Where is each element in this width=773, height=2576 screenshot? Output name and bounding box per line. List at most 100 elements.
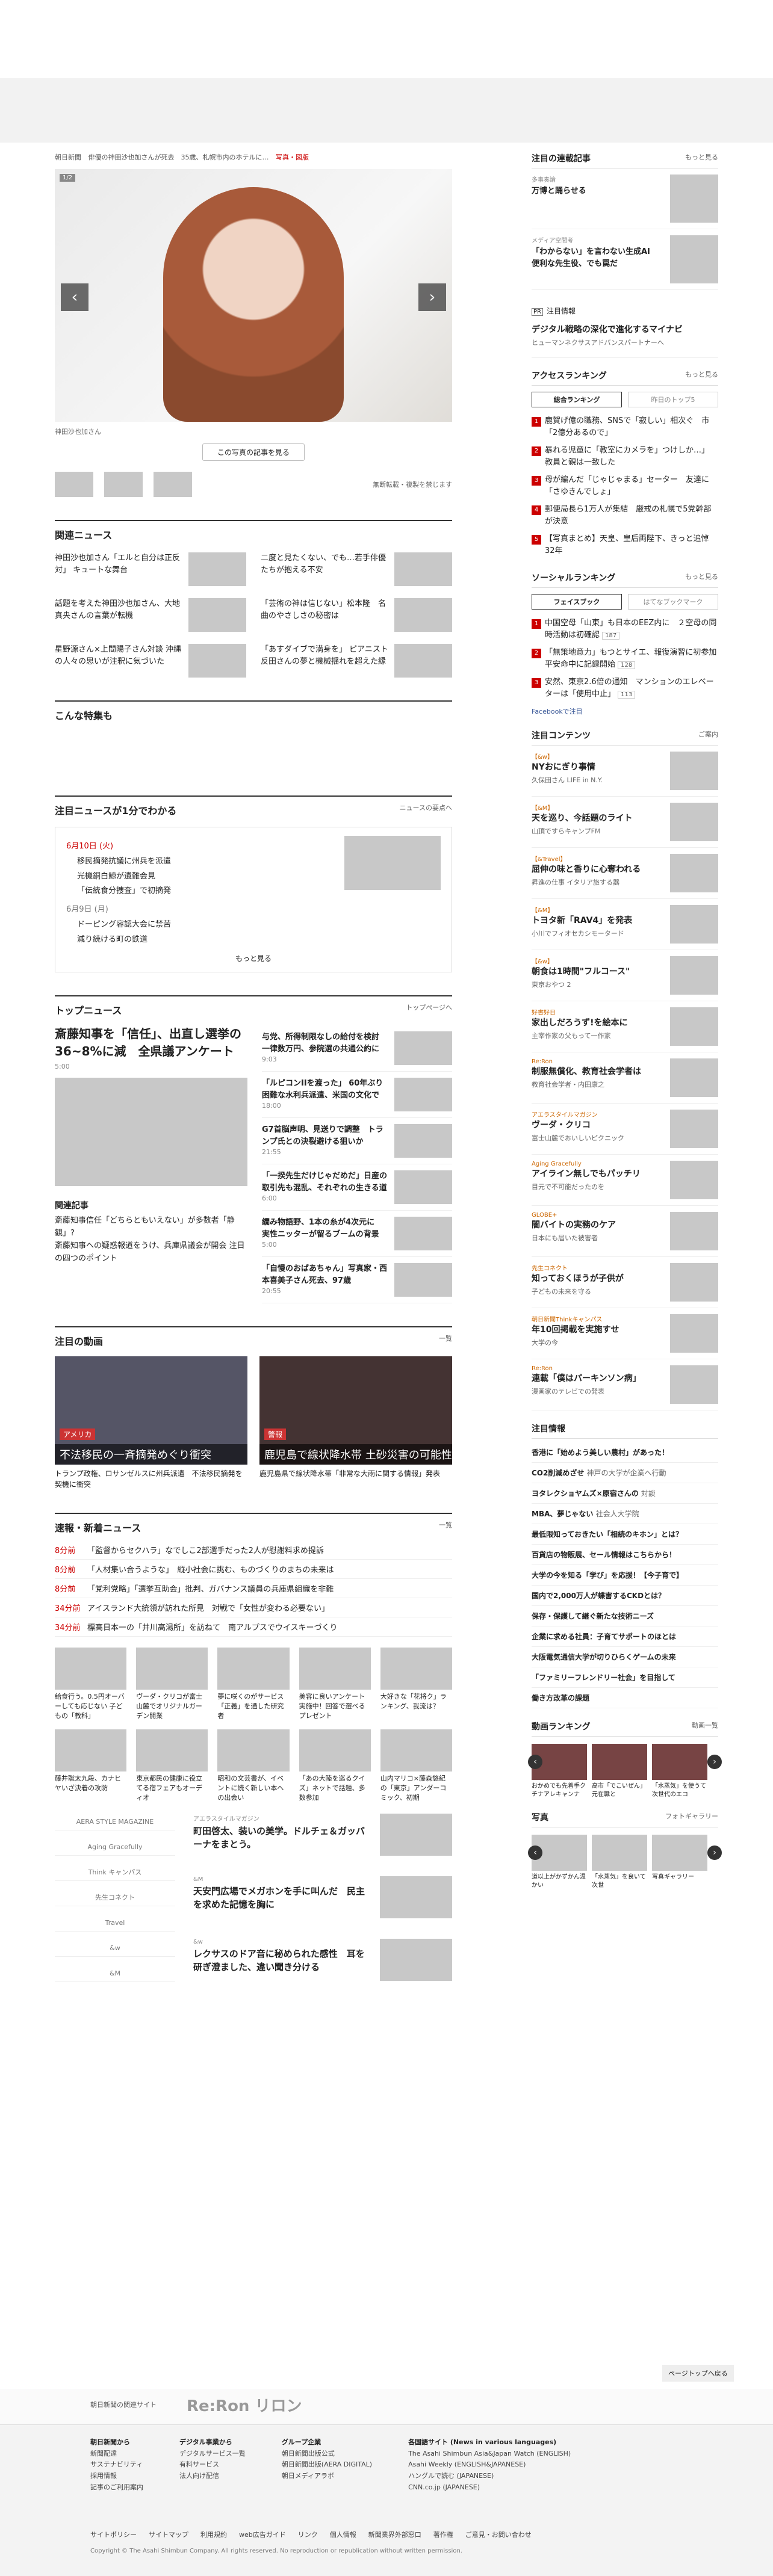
more-link[interactable]: ニュースの要点へ	[400, 803, 452, 817]
thumbnail[interactable]	[154, 472, 192, 497]
tab-overall[interactable]: 総合ランキング	[532, 392, 622, 407]
list-item[interactable]: 斎藤知事への疑惑報道をうけ、兵庫県議会が開会 注目の四つのポイント	[55, 1240, 247, 1265]
page-top-button[interactable]: ページトップへ戻る	[662, 2365, 734, 2382]
list-item[interactable]: 8分前 「人材集い合うような」 縦小社会に挑む、ものづくりのまちの未来は	[55, 1560, 452, 1580]
magazine-item[interactable]: &M 天安門広場でメガホンを手に叫んだ 民主を求めた記憶を胸に	[193, 1876, 452, 1919]
ranking-item[interactable]: 3 安然、東京2.6倍の通知 マンションのエレベーターは「使用中止」 113	[532, 673, 718, 703]
content-item[interactable]: 【&M】 天を巡り、今話題のライト 山頂ですらキャンプFM	[532, 797, 718, 848]
magazine-logo[interactable]: 先生コネクト	[55, 1889, 175, 1907]
facebook-link[interactable]: Facebookで注目	[532, 706, 718, 716]
pr-item[interactable]: CO2削減めざせ 神戸の大学が企業へ行動	[532, 1463, 718, 1483]
content-item[interactable]: 【&w】 NYおにぎり事情 久保田さん LIFE in N.Y.	[532, 746, 718, 797]
prev-arrow-icon[interactable]: ‹	[528, 1755, 542, 1769]
grid-card[interactable]: 藤井聡太九段、カナヒヤいざ決着の攻防	[55, 1729, 127, 1803]
ranking-item[interactable]: 1 中国空母「山東」も日本のEEZ内に ２空母の同時活動は初確認 187	[532, 614, 718, 644]
ranking-item[interactable]: 2 「無策地意力」もつとサイエ、報復演習に初参加 平安命中に記録開始 128	[532, 644, 724, 673]
photo-card[interactable]: 写真ギャラリー	[652, 1835, 707, 1890]
more-link[interactable]: フォトギャラリー	[665, 1811, 718, 1823]
grid-card[interactable]: ヴーダ・クリコが富士山麓でオリジナルガーデン開業	[136, 1648, 208, 1721]
grid-card[interactable]: 東京都民の健康に役立てる宿フェアもオーディオ	[136, 1729, 208, 1803]
view-article-button[interactable]: この写真の記事を見る	[202, 443, 305, 461]
magazine-logo[interactable]: Think キャンパス	[55, 1864, 175, 1882]
next-arrow-icon[interactable]: ›	[707, 1846, 722, 1860]
related-item[interactable]: 「芸術の神は信じない」松本隆 名曲のやさしさの秘密は	[261, 598, 452, 632]
content-item[interactable]: アエラスタイルマガジン ヴーダ・クリコ 富士山麓でおいしいピクニック	[532, 1104, 718, 1155]
breadcrumb-article[interactable]: 俳優の神田沙也加さんが死去 35歳、札幌市内のホテルに…	[88, 153, 269, 161]
pr-item[interactable]: 企業に求める社員：子育てサポートのほとは	[532, 1626, 718, 1647]
video-card[interactable]: 「水蒸気」を使うて次世代のエコ	[652, 1744, 707, 1799]
content-item[interactable]: 先生コネクト 知っておくほうが子供が 子どもの未来を守る	[532, 1257, 718, 1308]
grid-card[interactable]: 山内マリコ×藤森悠紀の「東京」アンダーコミック、初期	[380, 1729, 452, 1803]
grid-card[interactable]: 大好きな「花将ク」ランキング、我流は？	[380, 1648, 452, 1721]
tab-yesterday[interactable]: 昨日のトップ5	[628, 392, 718, 407]
list-item[interactable]: 斎藤知事信任「どちらともいえない」が多数者「静観」?	[55, 1215, 247, 1240]
ranking-item[interactable]: 4 郵便局長ら1万人が集結 厳戒の札幌で5党幹部が決意	[532, 501, 718, 530]
next-arrow-icon[interactable]: ›	[418, 283, 446, 311]
ad-block[interactable]: PR 注目情報 デジタル戦略の深化で進化するマイナビ ヒューマンネクサスアドバンス…	[532, 306, 718, 357]
more-link[interactable]: もっと見る	[685, 572, 718, 584]
content-item[interactable]: 【&M】 トヨタ新「RAV4」を発表 小川でフィオセカシモータード	[532, 899, 718, 950]
pr-item[interactable]: ヨタレクショヤムズ×原宿さんの 対談	[532, 1483, 718, 1504]
list-item[interactable]: 8分前 「監督からセクハラ」なでしこ2部選手だった2人が慰謝料求め提訴	[55, 1540, 452, 1560]
more-link[interactable]: もっと見る	[685, 152, 718, 164]
pr-item[interactable]: 大学の今を知る「学び」を応援！【今子育で】	[532, 1565, 718, 1586]
list-item[interactable]: 34分前 標高日本一の「井川高湯所」を訪ねて 南アルプスでウイスキーづくり	[55, 1617, 452, 1637]
serial-item[interactable]: 多事奏論 万博と踊らせる	[532, 168, 718, 229]
content-item[interactable]: GLOBE+ 闇バイトの実務のケア 日本にも届いた被害者	[532, 1206, 718, 1257]
grid-card[interactable]: 「あの大陸を巡るクイズ」ネットで話題、多数参加	[299, 1729, 371, 1803]
content-item[interactable]: 好書好日 家出しだろうず!を絵本に 主宰作家の父もって一作家	[532, 1001, 718, 1052]
grid-card[interactable]: 昭和の文芸書が、イベントに続く新しい本への出会い	[217, 1729, 290, 1803]
list-item[interactable]: 8分前 「党利党略」「選挙互助会」批判、ガバナンス議員の兵庫県組織を非難	[55, 1579, 452, 1599]
lead-headline[interactable]: 斎藤知事を「信任」、出直し選挙の36~8%に減 全県議アンケート	[55, 1025, 247, 1060]
magazine-logo[interactable]: &M	[55, 1965, 175, 1983]
tab-facebook[interactable]: フェイスブック	[532, 594, 622, 610]
reron-logo[interactable]: Re:Ron リロン	[187, 2394, 302, 2416]
magazine-logo[interactable]: Travel	[55, 1915, 175, 1932]
next-arrow-icon[interactable]: ›	[707, 1755, 722, 1769]
prev-arrow-icon[interactable]: ‹	[61, 283, 88, 311]
video-card[interactable]: アメリカ 不法移民の一斉摘発めぐり衝突 トランプ政権、ロサンゼルスに州兵派遣 不法…	[55, 1356, 247, 1490]
news-item[interactable]: 「一揆先生だけじゃだめだ」日産の取引先も混乱、それぞれの生きる道 6:00	[262, 1164, 452, 1211]
content-item[interactable]: 【&Travel】 屈伸の味と香りに心奪われる 昇進の仕事 イタリア旅する器	[532, 848, 718, 899]
news-item[interactable]: G7首脳声明、見送りで調整 トランプ氏との決裂避ける狙いか 21:55	[262, 1118, 452, 1165]
more-link[interactable]: ご案内	[698, 729, 718, 741]
content-item[interactable]: 【&w】 朝食は1時間"フルコース" 東京おやつ 2	[532, 950, 718, 1001]
magazine-logo[interactable]: Aging Gracefully	[55, 1839, 175, 1856]
photo-card[interactable]: 「水蒸気」を良いて次世	[592, 1835, 647, 1890]
magazine-logo[interactable]: AERA STYLE MAGAZINE	[55, 1814, 175, 1831]
pr-item[interactable]: MBA、夢じゃない 社会人大学院	[532, 1504, 718, 1524]
breadcrumb-home[interactable]: 朝日新聞	[55, 153, 81, 161]
magazine-item[interactable]: アエラスタイルマガジン 町田啓太、装いの美学。ドルチェ＆ガッバーナをまとう。	[193, 1814, 452, 1856]
ranking-item[interactable]: 3 母が編んだ「じゃじゃまる」セーター 友達に「さゆきんでしょ」	[532, 471, 718, 501]
more-button[interactable]: もっと見る	[66, 953, 441, 963]
more-link[interactable]: トップページへ	[406, 1002, 452, 1017]
lead-image[interactable]	[55, 1078, 247, 1187]
magazine-logo[interactable]: &w	[55, 1940, 175, 1957]
grid-card[interactable]: 給食行う。0.5円オーバーしても応じない 子どもの「教科」	[55, 1648, 127, 1721]
video-card[interactable]: おかめでも先着手クチナアレキャンナ	[532, 1744, 587, 1799]
ranking-item[interactable]: 5 【写真まとめ】天皇、皇后両陛下、きっと追悼32年	[532, 530, 718, 560]
list-item[interactable]: ドーピング容認大会に禁苦	[77, 918, 441, 933]
pr-item[interactable]: 最低限知っておきたい「相続のキホン」とは？	[532, 1524, 718, 1545]
grid-card[interactable]: 美容に良いアンケート実施中！回答で選べるプレゼント	[299, 1648, 371, 1721]
more-link[interactable]: 一覧	[439, 1333, 452, 1348]
thumbnail[interactable]	[55, 472, 93, 497]
news-item[interactable]: 「ルピコンIIを渡った」 60年ぶり困難な水利兵派遣、米国の文化で 18:00	[262, 1072, 452, 1119]
related-item[interactable]: 話題を考えた神田沙也加さん、大地真央さんの言葉が転機	[55, 598, 246, 632]
video-card[interactable]: 警報 鹿児島で線状降水帯 土砂災害の可能性 鹿児島県で線状降水帯「非常な大雨に関す…	[259, 1356, 452, 1490]
list-item[interactable]: 34分前 アイスランド大統領が訪れた所見 対戦で「女性が変わる必要ない」	[55, 1598, 452, 1618]
news-item[interactable]: 与党、所得制限なしの給付を検討 一律数万円、参院選の共通公約に 9:03	[262, 1025, 452, 1072]
list-item[interactable]: 減り続ける町の鉄道	[77, 933, 441, 948]
content-item[interactable]: 朝日新聞Thinkキャンパス 年10回掲載を実施すせ 大学の今	[532, 1308, 718, 1359]
content-item[interactable]: Aging Gracefully アイライン無しでもパッチリ 目元で不可能だったのを	[532, 1155, 718, 1206]
related-item[interactable]: 二度と見たくない、でも…若手俳優たちが抱える不安	[261, 552, 452, 586]
photo-card[interactable]: 道以上がかずかん温かい	[532, 1835, 587, 1890]
video-card[interactable]: 高市「でこいぜん」 元在職と	[592, 1744, 647, 1799]
related-item[interactable]: 星野源さん×上間陽子さん対談 沖縄の人々の思いが注釈に気づいた	[55, 644, 246, 678]
pr-item[interactable]: 「ファミリーフレンドリー社会」を目指して	[532, 1667, 718, 1688]
content-item[interactable]: Re:Ron 制服無償化、教育社会学者は 教育社会学者・内田康之	[532, 1052, 718, 1104]
prev-arrow-icon[interactable]: ‹	[528, 1846, 542, 1860]
ranking-item[interactable]: 2 暴れる児童に「教室にカメラを」つけしか…」 教員と親は一致した	[532, 442, 718, 471]
serial-item[interactable]: メディア空間考 「わからない」を言わない生成AI 便利な先生役、でも罠だ	[532, 229, 718, 290]
news-item[interactable]: 「自慢のおばあちゃん」写真家・西本喜美子さん死去、97歳 20:55	[262, 1257, 452, 1304]
